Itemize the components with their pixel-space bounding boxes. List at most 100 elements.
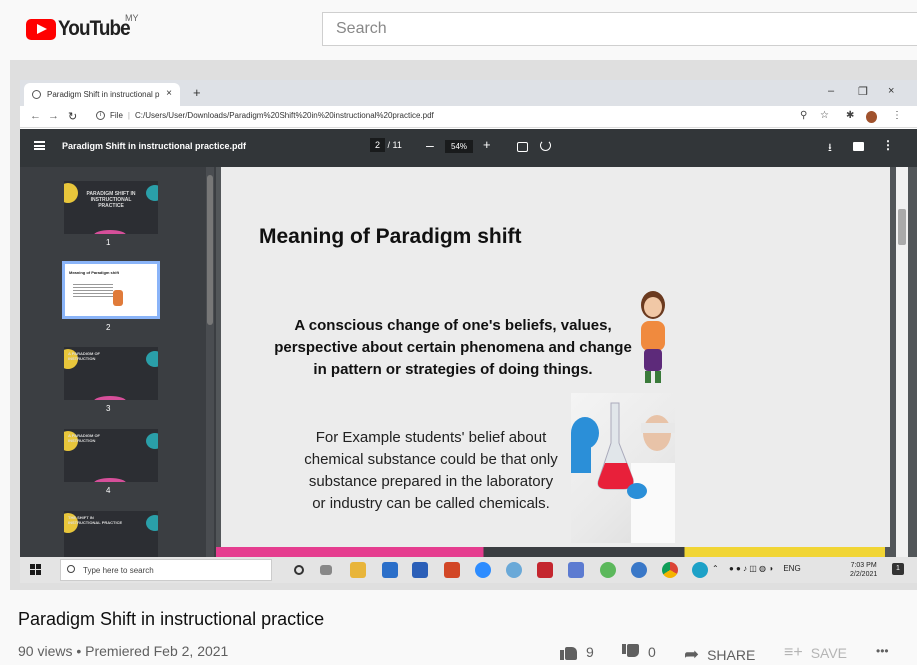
word-icon[interactable]: [412, 562, 428, 578]
next-page-edge: [216, 547, 885, 557]
zoom-app-icon[interactable]: [475, 562, 491, 578]
save-button[interactable]: ≡+ SAVE: [784, 644, 847, 662]
dislike-button[interactable]: 0: [622, 644, 656, 660]
taskbar-clock[interactable]: 7:03 PM 2/2/2021: [850, 561, 877, 579]
system-tray: ⌃ ● ● ♪ ◫ ◍ ◑ ENG: [712, 564, 801, 573]
chevron-up-icon[interactable]: ⌃: [712, 564, 719, 573]
maximize-button[interactable]: ❐: [858, 85, 868, 98]
new-tab-button[interactable]: +: [193, 85, 201, 100]
thumbnail-title: THE SHIFT IN INSTRUCTIONAL PRACTICE: [68, 515, 123, 525]
taskbar-search-input[interactable]: Type here to search: [60, 559, 272, 581]
thumbnail-number: 2: [106, 323, 111, 332]
clock-time: 7:03 PM: [850, 562, 877, 569]
share-arrow-icon: ➦: [684, 644, 700, 664]
youtube-logo-text: YouTube: [58, 17, 131, 40]
mail-icon[interactable]: [382, 562, 398, 578]
download-icon[interactable]: ⭳: [828, 139, 832, 158]
pdf-page: Meaning of Paradigm shift A conscious ch…: [221, 167, 890, 547]
fit-page-icon[interactable]: [517, 142, 528, 152]
windows-start-icon[interactable]: [30, 564, 42, 576]
browser-tab[interactable]: Paradigm Shift in instructional p ×: [24, 83, 180, 106]
page-total: / 11: [387, 140, 402, 150]
slide-example: For Example students' belief about chemi…: [304, 429, 558, 512]
app-icon[interactable]: [692, 562, 708, 578]
more-actions-icon[interactable]: •••: [876, 644, 889, 658]
reload-icon[interactable]: ↻: [68, 110, 77, 123]
video-meta: 90 views • Premiered Feb 2, 2021: [18, 643, 229, 659]
page-scrollbar[interactable]: [896, 167, 908, 557]
forward-arrow-icon[interactable]: →: [48, 110, 59, 122]
rotate-icon[interactable]: [540, 140, 551, 151]
girl-illustration: [641, 291, 665, 383]
task-view-icon[interactable]: [320, 565, 332, 575]
share-button[interactable]: ➦ SHARE: [684, 644, 755, 665]
notification-icon[interactable]: 1: [892, 563, 904, 575]
tray-icons[interactable]: ● ● ♪ ◫ ◍ ◑: [729, 564, 773, 573]
pdf-filename: Paradigm Shift in instructional practice…: [62, 141, 247, 151]
bookmark-star-icon[interactable]: ☆: [820, 110, 829, 121]
thumbnail-number: 4: [106, 486, 111, 495]
back-arrow-icon[interactable]: ←: [30, 110, 41, 122]
page-number-input[interactable]: 2: [370, 138, 386, 152]
info-icon: i: [96, 111, 105, 120]
app-icon[interactable]: [506, 562, 522, 578]
app-icon[interactable]: [568, 562, 584, 578]
thumbnail-page-5[interactable]: THE SHIFT IN INSTRUCTIONAL PRACTICE: [64, 511, 158, 557]
chrome-icon[interactable]: [662, 562, 678, 578]
globe-icon: [32, 90, 41, 99]
profile-avatar[interactable]: [866, 111, 877, 123]
video-title: Paradigm Shift in instructional practice: [18, 609, 325, 629]
share-label: SHARE: [707, 646, 756, 663]
page-indicator: 2 / 11: [370, 138, 402, 152]
clock-date: 2/2/2021: [850, 571, 878, 578]
browser-window: Paradigm Shift in instructional p × + – …: [20, 80, 917, 557]
thumbnail-title: Meaning of Paradigm shift: [69, 270, 120, 275]
tab-strip: Paradigm Shift in instructional p × + – …: [20, 80, 917, 106]
pdf-toolbar: Paradigm Shift in instructional practice…: [20, 129, 917, 167]
like-button[interactable]: 9: [560, 644, 594, 660]
edge-icon[interactable]: [631, 562, 647, 578]
url-scheme: File: [110, 111, 123, 120]
minimize-button[interactable]: –: [828, 85, 834, 97]
thumbnail-sidebar: PARADIGM SHIFT IN INSTRUCTIONAL PRACTICE…: [20, 167, 216, 557]
app-icon[interactable]: [537, 562, 553, 578]
thumbnail-page-3[interactable]: A PARADIGM OF INSTRUCTION: [64, 347, 158, 400]
cortana-icon[interactable]: [294, 565, 304, 575]
search-input[interactable]: Search: [322, 12, 917, 46]
chrome-menu-icon[interactable]: ⋮: [892, 110, 902, 121]
tab-title: Paradigm Shift in instructional p: [47, 90, 160, 99]
youtube-play-icon: [26, 18, 56, 40]
youtube-logo[interactable]: YouTube: [26, 17, 138, 41]
url-field[interactable]: i File | C:/Users/User/Downloads/Paradig…: [96, 111, 434, 120]
thumbnail-title: A PARADIGM OF INSTRUCTION: [68, 351, 100, 361]
zoom-lens-icon[interactable]: ⚲: [800, 110, 807, 121]
menu-icon[interactable]: [34, 141, 45, 150]
address-bar: ← → ↻ i File | C:/Users/User/Downloads/P…: [20, 106, 917, 128]
search-icon: [67, 565, 75, 573]
video-player[interactable]: Paradigm Shift in instructional p × + – …: [10, 60, 917, 590]
pdf-page-area: Meaning of Paradigm shift A conscious ch…: [216, 167, 917, 557]
more-options-icon[interactable]: ⋮: [882, 138, 894, 152]
print-icon[interactable]: [853, 142, 864, 151]
save-label: SAVE: [810, 645, 847, 661]
windows-taskbar: Type here to search ⌃ ● ● ♪ ◫ ◍ ◑ ENG 7:…: [20, 557, 917, 583]
window-close-button[interactable]: ×: [888, 85, 894, 97]
zoom-in-button[interactable]: +: [483, 137, 491, 152]
thumbnail-page-2[interactable]: Meaning of Paradigm shift: [62, 261, 160, 319]
slide-heading: Meaning of Paradigm shift: [259, 225, 522, 248]
thumbs-up-icon: [560, 644, 578, 660]
file-explorer-icon[interactable]: [350, 562, 366, 578]
language-indicator[interactable]: ENG: [783, 564, 800, 573]
thumbnail-page-1[interactable]: PARADIGM SHIFT IN INSTRUCTIONAL PRACTICE: [64, 181, 158, 234]
tab-close-icon[interactable]: ×: [166, 88, 172, 99]
zoom-out-button[interactable]: –: [426, 137, 434, 153]
thumbnail-title: A PARADIGM OF INSTRUCTION: [68, 433, 100, 443]
thumbnail-number: 3: [106, 404, 111, 413]
app-icon[interactable]: [600, 562, 616, 578]
youtube-header: YouTube MY Search: [0, 0, 917, 56]
powerpoint-icon[interactable]: [444, 562, 460, 578]
sidebar-scrollbar[interactable]: [206, 167, 214, 557]
extensions-icon[interactable]: ✱: [846, 110, 854, 121]
zoom-level-input[interactable]: 54%: [445, 140, 474, 153]
thumbnail-page-4[interactable]: A PARADIGM OF INSTRUCTION: [64, 429, 158, 482]
